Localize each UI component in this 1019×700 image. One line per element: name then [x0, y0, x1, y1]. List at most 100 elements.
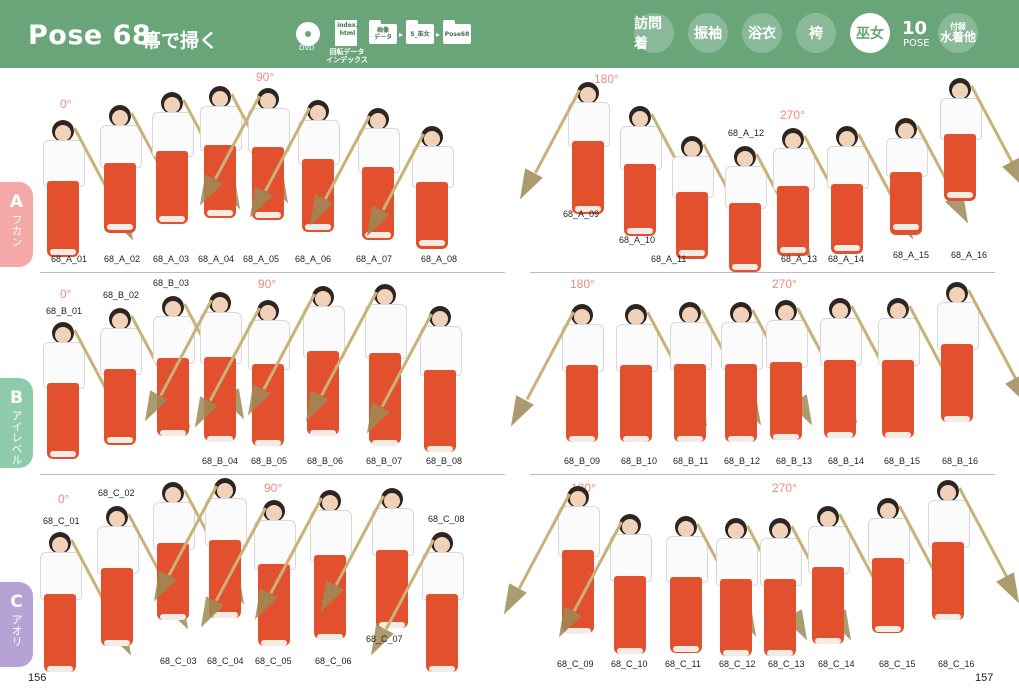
folder-icon-pose68: Pose68 — [443, 20, 471, 44]
nav-furisode[interactable]: 振袖 — [688, 13, 728, 53]
white-kosode — [610, 534, 652, 582]
angle-180: 180° — [570, 277, 595, 291]
arrow-icon: ▸ — [399, 30, 404, 39]
face — [432, 311, 448, 327]
face — [580, 87, 596, 103]
angle-270: 270° — [780, 108, 805, 122]
angle-0: 0° — [58, 492, 70, 506]
feet — [372, 440, 398, 446]
pose-label: 68_B_04 — [202, 456, 239, 466]
face — [785, 133, 801, 149]
feet — [875, 626, 901, 632]
red-hakama — [104, 163, 136, 233]
angle-0: 0° — [60, 287, 72, 301]
broom-head — [502, 395, 534, 432]
pose-subtitle: 箒で掃く — [142, 30, 219, 52]
white-kosode — [670, 322, 712, 370]
red-hakama — [720, 579, 752, 656]
red-hakama — [944, 134, 976, 201]
white-kosode — [773, 148, 815, 191]
face — [949, 287, 965, 303]
pose-label: 68_A_09 — [563, 209, 600, 219]
white-kosode — [928, 500, 970, 548]
miko-figure — [246, 490, 360, 640]
nav-houmongi[interactable]: 訪問着 — [634, 13, 674, 53]
feet — [160, 430, 186, 436]
pose-label: 68_A_07 — [356, 254, 393, 264]
nav-yukata[interactable]: 浴衣 — [742, 13, 782, 53]
pose-count: 10 — [902, 18, 928, 39]
red-hakama — [624, 164, 656, 236]
red-hakama — [764, 579, 796, 656]
feet — [834, 245, 860, 251]
angle-90: 90° — [264, 481, 283, 495]
tab-a-fukan[interactable]: A フカン — [0, 182, 33, 267]
feet — [627, 228, 653, 234]
tab-b-eyelevel[interactable]: B アイレベル — [0, 378, 33, 468]
miko-figure — [502, 304, 612, 442]
face — [212, 297, 228, 313]
header-bar: Pose 68 箒で掃く DVD index. html 回転データ インデック… — [0, 0, 1019, 68]
red-hakama — [812, 567, 844, 644]
red-hakama — [47, 383, 79, 459]
nav-appendix[interactable]: 付録 水着他 — [938, 13, 978, 53]
face — [315, 291, 331, 307]
pose-label: 68_B_16 — [942, 456, 979, 466]
pose-label: 68_C_13 — [768, 659, 805, 669]
feet — [107, 437, 133, 443]
feet — [317, 634, 343, 640]
nav-hakama[interactable]: 袴 — [796, 13, 836, 53]
dvd-label: DVD — [299, 44, 315, 52]
miko-figure — [30, 532, 140, 672]
feet — [107, 224, 133, 230]
pose-label: 68_C_12 — [719, 659, 756, 669]
miko-figure — [186, 300, 298, 446]
broom-head — [996, 572, 1019, 609]
red-hakama — [47, 181, 79, 257]
feet — [723, 650, 749, 656]
pose-label: 68_C_09 — [557, 659, 594, 669]
feet — [261, 640, 287, 646]
face — [217, 483, 233, 499]
pose-label: 68_B_03 — [153, 278, 190, 288]
pose-label: 68_C_11 — [665, 659, 701, 669]
white-kosode — [827, 146, 869, 189]
tab-c-aori[interactable]: C アオリ — [0, 582, 33, 667]
feet — [773, 434, 799, 440]
feet — [947, 192, 973, 198]
broom-head — [1002, 157, 1019, 194]
feet — [767, 650, 793, 656]
feet — [255, 440, 281, 446]
face — [880, 503, 896, 519]
face — [164, 97, 180, 113]
face — [370, 113, 386, 129]
pose-label: 68_C_01 — [43, 516, 80, 526]
feet — [419, 240, 445, 246]
face — [55, 125, 71, 141]
nav-miko[interactable]: 巫女 — [850, 13, 890, 53]
pose-label: 68_A_12 — [728, 128, 765, 138]
folder-icon-image-data: 画像 データ — [369, 20, 397, 44]
page-number-right: 157 — [975, 672, 994, 684]
red-hakama — [104, 369, 136, 445]
red-hakama — [676, 192, 708, 259]
tab-text: アイレベル — [10, 410, 23, 465]
red-hakama — [416, 182, 448, 249]
red-hakama — [670, 577, 702, 653]
face — [55, 327, 71, 343]
miko-figure — [918, 480, 1019, 620]
face — [109, 511, 125, 527]
dvd-icon — [296, 22, 320, 46]
face — [384, 493, 400, 509]
row-divider — [40, 272, 505, 273]
pose-label: 68_A_02 — [104, 254, 141, 264]
angle-90: 90° — [256, 70, 275, 84]
pose-label: 68_B_11 — [673, 456, 709, 466]
face — [322, 495, 338, 511]
face — [622, 519, 638, 535]
miko-figure — [358, 126, 462, 249]
pose-label: 68_B_08 — [426, 456, 463, 466]
red-hakama — [424, 370, 456, 452]
feet — [160, 614, 186, 620]
index-caption: 回転データ インデックス — [326, 48, 368, 64]
